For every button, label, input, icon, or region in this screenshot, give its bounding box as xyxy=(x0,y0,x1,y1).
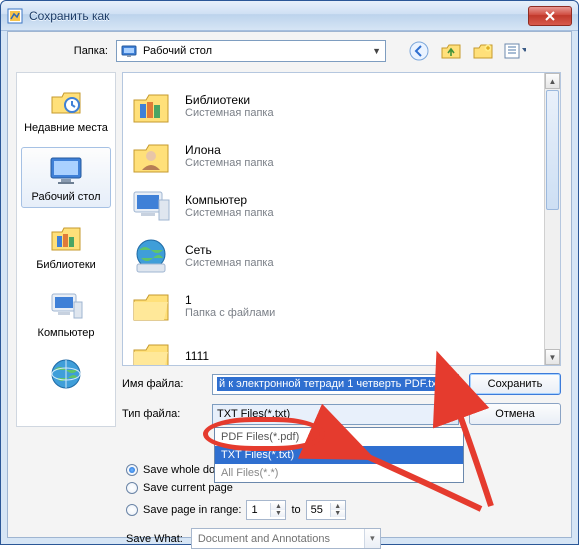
list-item[interactable]: ИлонаСистемная папка xyxy=(129,131,554,181)
item-name: 1 xyxy=(185,293,275,307)
range-to-spin[interactable]: 55 ▲▼ xyxy=(306,500,346,520)
list-item[interactable]: 1111 xyxy=(129,331,554,366)
list-item[interactable]: 1Папка с файлами xyxy=(129,281,554,331)
viewmode-icon xyxy=(504,42,526,60)
dropdown-item[interactable]: PDF Files(*.pdf) xyxy=(215,428,463,446)
place-recent[interactable]: Недавние места xyxy=(21,79,111,139)
folder-new-icon xyxy=(473,42,493,60)
filetype-combo[interactable]: TXT Files(*.txt) ▾ xyxy=(212,404,459,425)
chevron-down-icon: ▼ xyxy=(372,46,381,56)
item-subtitle: Папка с файлами xyxy=(185,307,275,319)
recent-places-icon xyxy=(48,83,84,119)
back-icon xyxy=(409,41,429,61)
form-zone: Имя файла: й к электронной тетради 1 чет… xyxy=(122,372,561,426)
chevron-down-icon[interactable]: ▾ xyxy=(440,405,458,424)
app-icon xyxy=(7,8,23,24)
save-button[interactable]: Сохранить xyxy=(469,373,561,395)
spin-up-icon[interactable]: ▲ xyxy=(330,503,345,510)
radio-icon xyxy=(126,464,138,476)
filename-input[interactable]: й к электронной тетради 1 четверть PDF.t… xyxy=(212,374,459,395)
dropdown-item[interactable]: TXT Files(*.txt) xyxy=(215,446,463,464)
cancel-button[interactable]: Отмена xyxy=(469,403,561,425)
savewhat-combo[interactable]: Document and Annotations ▾ xyxy=(191,528,381,549)
place-label: Компьютер xyxy=(38,327,95,340)
dialog-body: Папка: Рабочий стол ▼ xyxy=(7,31,572,538)
computer-icon xyxy=(48,288,84,324)
folder-icon xyxy=(129,334,173,366)
scroll-thumb[interactable] xyxy=(546,90,559,210)
nav-back-button[interactable] xyxy=(408,40,430,62)
filename-value: й к электронной тетради 1 четверть PDF.t… xyxy=(217,377,442,391)
desktop-icon xyxy=(121,43,137,59)
item-subtitle: Системная папка xyxy=(185,107,274,119)
folder-combo[interactable]: Рабочий стол ▼ xyxy=(116,40,386,62)
libraries-icon xyxy=(48,220,84,256)
desktop-icon xyxy=(48,152,84,188)
chevron-down-icon[interactable]: ▾ xyxy=(364,529,380,548)
item-name: Илона xyxy=(185,143,274,157)
item-subtitle: Системная папка xyxy=(185,207,274,219)
radio-save-current[interactable]: Save current page xyxy=(126,482,561,494)
file-list[interactable]: БиблиотекиСистемная папка ИлонаСистемная… xyxy=(122,72,561,366)
item-name: 1111 xyxy=(185,349,209,363)
folder-row: Папка: Рабочий стол ▼ xyxy=(8,32,571,68)
dropdown-item[interactable]: All Files(*.*) xyxy=(215,464,463,482)
place-label: Недавние места xyxy=(24,122,108,135)
filetype-value: TXT Files(*.txt) xyxy=(217,408,290,420)
libraries-icon xyxy=(129,84,173,128)
chevron-down-icon[interactable]: ▾ xyxy=(440,375,458,394)
computer-icon xyxy=(129,184,173,228)
filetype-label: Тип файла: xyxy=(122,408,202,420)
place-computer[interactable]: Компьютер xyxy=(21,284,111,344)
network-globe-icon xyxy=(48,356,84,392)
place-libraries[interactable]: Библиотеки xyxy=(21,216,111,276)
window-title: Сохранить как xyxy=(29,9,109,23)
network-icon xyxy=(129,234,173,278)
list-item[interactable]: СетьСистемная папка xyxy=(129,231,554,281)
nav-newfolder-button[interactable] xyxy=(472,40,494,62)
nav-viewmode-button[interactable] xyxy=(504,40,526,62)
item-subtitle: Системная папка xyxy=(185,157,274,169)
folder-up-icon xyxy=(441,42,461,60)
savewhat-label: Save What: xyxy=(126,533,183,545)
filetype-dropdown[interactable]: PDF Files(*.pdf) TXT Files(*.txt) All Fi… xyxy=(214,427,464,483)
item-name: Компьютер xyxy=(185,193,274,207)
spin-down-icon[interactable]: ▼ xyxy=(270,510,285,517)
place-label: Библиотеки xyxy=(36,259,96,272)
range-from-spin[interactable]: 1 ▲▼ xyxy=(246,500,286,520)
list-item[interactable]: БиблиотекиСистемная папка xyxy=(129,81,554,131)
titlebar: Сохранить как xyxy=(1,1,578,31)
place-label: Рабочий стол xyxy=(31,191,100,204)
list-item[interactable]: КомпьютерСистемная папка xyxy=(129,181,554,231)
scroll-up-icon[interactable]: ▲ xyxy=(545,73,560,89)
place-network[interactable] xyxy=(21,352,111,396)
radio-save-range[interactable]: Save page in range: 1 ▲▼ to 55 ▲▼ xyxy=(126,500,561,520)
radio-icon xyxy=(126,482,138,494)
places-bar: Недавние места Рабочий стол Библиотеки К… xyxy=(16,72,116,427)
item-subtitle: Системная папка xyxy=(185,257,274,269)
folder-combo-value: Рабочий стол xyxy=(143,45,212,57)
scrollbar[interactable]: ▲ ▼ xyxy=(544,73,560,365)
nav-up-button[interactable] xyxy=(440,40,462,62)
folder-label: Папка: xyxy=(18,45,108,57)
item-name: Сеть xyxy=(185,243,274,257)
item-name: Библиотеки xyxy=(185,93,274,107)
place-desktop[interactable]: Рабочий стол xyxy=(21,147,111,209)
user-folder-icon xyxy=(129,134,173,178)
scroll-down-icon[interactable]: ▼ xyxy=(545,349,560,365)
spin-down-icon[interactable]: ▼ xyxy=(330,510,345,517)
save-as-dialog: Сохранить как Папка: Рабочий стол ▼ xyxy=(0,0,579,545)
close-icon xyxy=(544,11,556,21)
close-button[interactable] xyxy=(528,6,572,26)
filename-label: Имя файла: xyxy=(122,378,202,390)
folder-icon xyxy=(129,284,173,328)
spin-up-icon[interactable]: ▲ xyxy=(270,503,285,510)
radio-icon xyxy=(126,504,138,516)
